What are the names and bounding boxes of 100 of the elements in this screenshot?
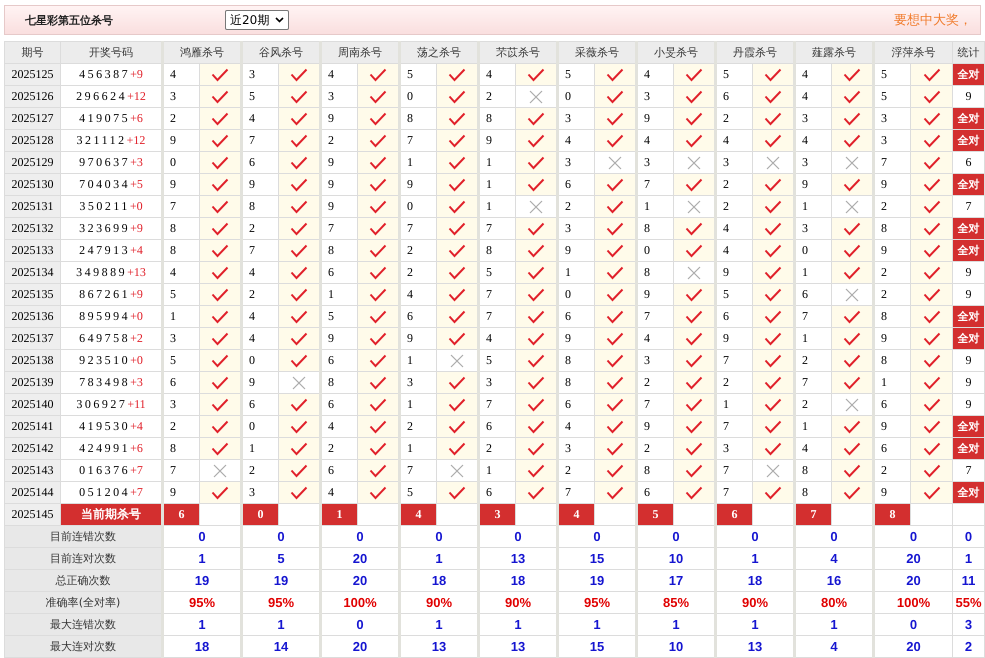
stat-value: 15 [558,548,636,570]
all-correct-badge: 全对 [952,218,984,240]
stat-value: 4 [794,636,874,658]
issue-cell: 2025126 [4,86,60,108]
issue-cell: 2025144 [4,482,60,504]
all-correct-badge: 全对 [952,108,984,130]
stat-label: 最大连对次数 [4,636,162,658]
stat-value: 1 [794,614,874,636]
issue-cell: 2025128 [4,130,60,152]
all-correct-badge: 全对 [952,482,984,504]
stat-value: 18 [400,570,478,592]
stat-value: 95% [242,592,320,614]
issue-cell: 2025145 [4,504,60,526]
stat-cell: 9 [952,262,984,284]
current-kill-number: 4 [558,504,594,526]
stat-value: 19 [242,570,320,592]
stat-cell: 9 [952,372,984,394]
stat-value: 90% [400,592,478,614]
stat-value: 90% [478,592,558,614]
stat-value: 13 [400,636,478,658]
stat-value: 0 [162,526,242,548]
stat-value: 100% [874,592,952,614]
stat-value: 0 [794,526,874,548]
current-kill-number: 6 [716,504,752,526]
stat-value: 80% [794,592,874,614]
column-header: 小旻杀号 [636,42,716,64]
stat-value: 1 [242,614,320,636]
caret-icon [275,17,284,23]
stat-value: 95% [558,592,636,614]
current-kill-number: 7 [794,504,832,526]
all-correct-badge: 全对 [952,328,984,350]
stat-label: 准确率(全对率) [4,592,162,614]
stat-value: 55% [952,592,984,614]
column-header: 采薇杀号 [558,42,636,64]
all-correct-badge: 全对 [952,174,984,196]
period-dropdown[interactable]: 近20期 [225,10,290,30]
stat-value: 90% [716,592,794,614]
issue-cell: 2025133 [4,240,60,262]
stat-value: 95% [162,592,242,614]
issue-cell: 2025130 [4,174,60,196]
issue-cell: 2025143 [4,460,60,482]
all-correct-badge: 全对 [952,306,984,328]
all-correct-badge: 全对 [952,130,984,152]
issue-cell: 2025141 [4,416,60,438]
issue-cell: 2025142 [4,438,60,460]
column-header: 荡之杀号 [400,42,478,64]
stat-value: 1 [716,614,794,636]
page-title: 七星彩第五位杀号 [25,12,114,28]
stat-value: 0 [478,526,558,548]
issue-cell: 2025140 [4,394,60,416]
current-kill-number: 6 [162,504,200,526]
stat-value: 4 [794,548,874,570]
stat-value: 1 [478,614,558,636]
column-header: 谷风杀号 [242,42,320,64]
column-header: 期号 [4,42,60,64]
stat-value: 20 [320,548,400,570]
stat-value: 20 [320,636,400,658]
column-header: 薤露杀号 [794,42,874,64]
issue-cell: 2025139 [4,372,60,394]
stat-value: 0 [558,526,636,548]
issue-cell: 2025125 [4,64,60,86]
stat-value: 20 [874,548,952,570]
stat-label: 最大连错次数 [4,614,162,636]
current-kill-number: 5 [636,504,674,526]
stat-value: 13 [478,636,558,658]
stat-value: 100% [320,592,400,614]
stat-value: 85% [636,592,716,614]
stat-value: 16 [794,570,874,592]
column-header: 统计 [952,42,984,64]
stat-value: 0 [320,526,400,548]
stat-value: 1 [162,548,242,570]
stat-value: 17 [636,570,716,592]
current-kill-number: 4 [400,504,436,526]
stat-value: 1 [558,614,636,636]
stat-value: 20 [320,570,400,592]
stat-value: 10 [636,636,716,658]
stat-label: 目前连错次数 [4,526,162,548]
column-header: 丹霞杀号 [716,42,794,64]
issue-cell: 2025132 [4,218,60,240]
stat-value: 18 [716,570,794,592]
current-kill-number: 1 [320,504,358,526]
issue-cell: 2025136 [4,306,60,328]
column-header: 鸿雁杀号 [162,42,242,64]
stat-value: 0 [874,614,952,636]
column-header: 浮萍杀号 [874,42,952,64]
column-header: 开奖号码 [60,42,162,64]
stat-value: 20 [874,570,952,592]
all-correct-badge: 全对 [952,240,984,262]
issue-cell: 2025135 [4,284,60,306]
stat-label: 目前连对次数 [4,548,162,570]
promo-text: 要想中大奖， [894,12,972,29]
column-header: 周南杀号 [320,42,400,64]
stat-value: 13 [478,548,558,570]
stat-value: 18 [162,636,242,658]
column-header: 芣苡杀号 [478,42,558,64]
stat-value: 14 [242,636,320,658]
stat-value: 10 [636,548,716,570]
stat-value: 1 [636,614,716,636]
stat-cell: 9 [952,350,984,372]
stat-value: 0 [400,526,478,548]
